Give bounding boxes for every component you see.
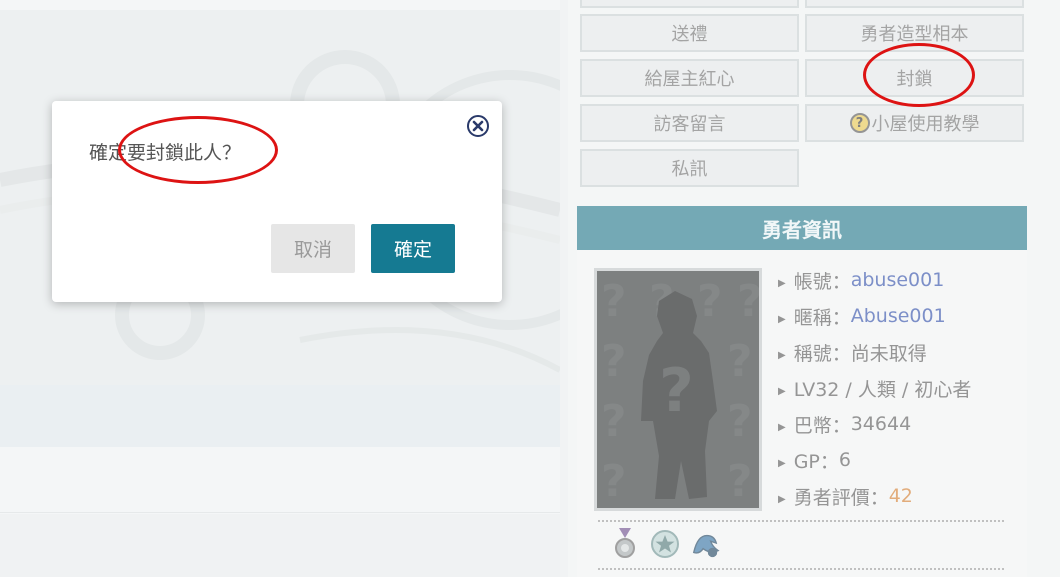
confirm-block-dialog: 確定要封鎖此人？ 取消 確定 [52, 101, 502, 302]
confirm-button[interactable]: 確定 [371, 224, 455, 273]
cancel-button[interactable]: 取消 [271, 224, 355, 273]
close-icon[interactable] [466, 114, 490, 138]
dialog-message: 確定要封鎖此人？ [89, 142, 242, 164]
